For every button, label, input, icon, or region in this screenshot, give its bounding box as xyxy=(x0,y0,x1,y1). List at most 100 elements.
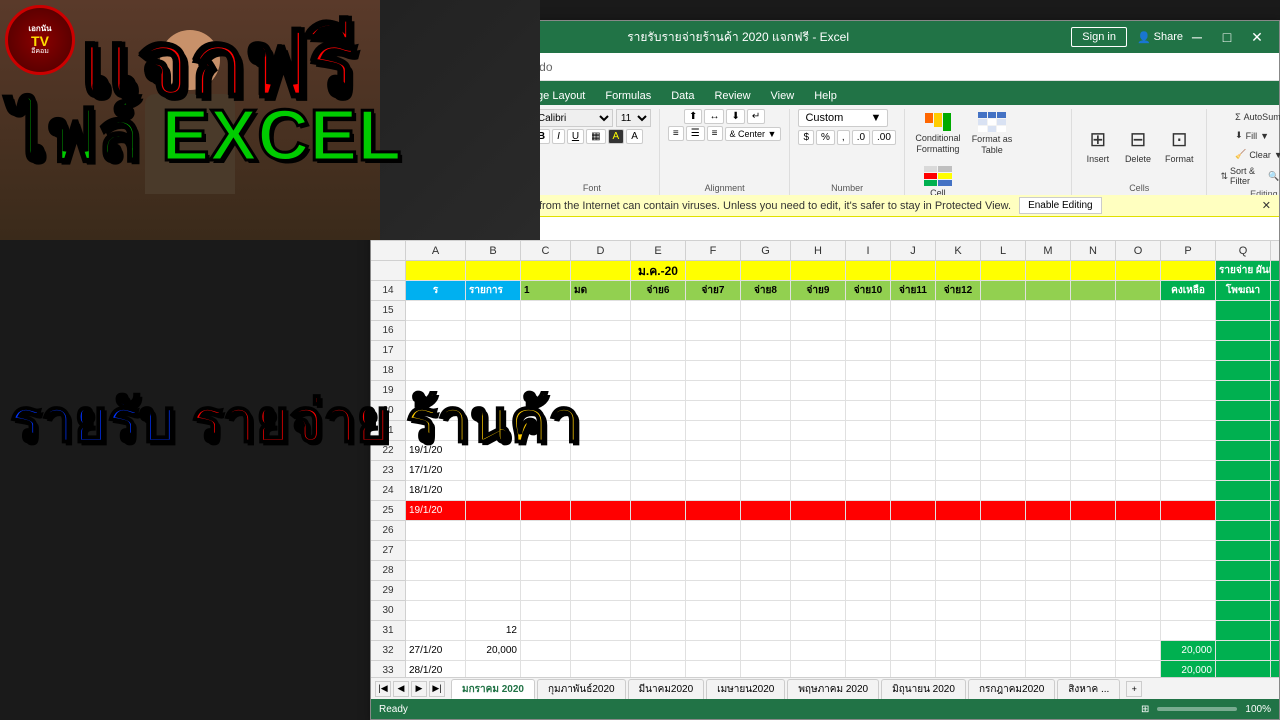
cell-a13[interactable] xyxy=(406,261,466,280)
italic-button[interactable]: I xyxy=(552,129,565,144)
cell-g14[interactable]: จ่าย8 xyxy=(741,281,791,300)
row-num-27[interactable]: 27 xyxy=(371,541,405,561)
cell-p14[interactable]: คงเหลือ xyxy=(1161,281,1216,300)
col-header-p[interactable]: P xyxy=(1161,241,1216,260)
col-header-l[interactable]: L xyxy=(981,241,1026,260)
cell-q13[interactable]: รายจ่าย ผันแปร xyxy=(1216,261,1271,280)
formula-input[interactable] xyxy=(461,223,1276,235)
cell-e13[interactable]: ม.ค.-20 xyxy=(631,261,686,280)
col-header-b[interactable]: B xyxy=(466,241,521,260)
cell-a14[interactable]: ร xyxy=(406,281,466,300)
align-middle-button[interactable]: ↔ xyxy=(704,109,724,124)
tab-formulas[interactable]: Formulas xyxy=(595,87,661,105)
tab-data[interactable]: Data xyxy=(661,87,704,105)
cell-a15[interactable] xyxy=(406,301,466,320)
close-button[interactable]: ✕ xyxy=(1243,23,1271,51)
sheet-tab-june[interactable]: มิถุนายน 2020 xyxy=(881,679,966,699)
sheet-tab-april[interactable]: เมษายน2020 xyxy=(706,679,785,699)
row-num-21[interactable]: 21 xyxy=(371,421,405,441)
col-header-a[interactable]: A xyxy=(406,241,466,260)
format-as-table-button[interactable]: Format as Table xyxy=(967,109,1017,159)
col-header-r[interactable]: R xyxy=(1271,241,1279,260)
cell-o14[interactable] xyxy=(1116,281,1161,300)
sheet-nav-next[interactable]: ▶ xyxy=(411,681,427,697)
sheet-nav-prev[interactable]: ◀ xyxy=(393,681,409,697)
cell-h13[interactable] xyxy=(791,261,846,280)
clear-button[interactable]: 🧹 Clear ▼ xyxy=(1230,146,1280,163)
col-header-d[interactable]: D xyxy=(571,241,631,260)
cell-o13[interactable] xyxy=(1116,261,1161,280)
row-num-18[interactable]: 18 xyxy=(371,361,405,381)
insert-button[interactable]: ⊞ Insert xyxy=(1080,124,1116,168)
sheet-tab-march[interactable]: มีนาคม2020 xyxy=(628,679,705,699)
cell-l15[interactable] xyxy=(981,301,1026,320)
cell-n14[interactable] xyxy=(1071,281,1116,300)
tab-review[interactable]: Review xyxy=(704,87,760,105)
cell-c14[interactable]: 1 xyxy=(521,281,571,300)
row-num-29[interactable]: 29 xyxy=(371,581,405,601)
sheet-tab-january[interactable]: มกราคม 2020 xyxy=(451,679,535,699)
cell-l14[interactable] xyxy=(981,281,1026,300)
cell-k13[interactable] xyxy=(936,261,981,280)
sheet-nav-last[interactable]: ▶| xyxy=(429,681,445,697)
merge-center-button[interactable]: & Center ▼ xyxy=(725,127,782,141)
autosum-button[interactable]: Σ AutoSum ▼ xyxy=(1230,109,1280,125)
row-num-24[interactable]: 24 xyxy=(371,481,405,501)
cell-c15[interactable] xyxy=(521,301,571,320)
align-bottom-button[interactable]: ⬇ xyxy=(726,109,744,124)
sign-in-button[interactable]: Sign in xyxy=(1071,27,1127,47)
cell-d15[interactable] xyxy=(571,301,631,320)
format-button[interactable]: ⊡ Format xyxy=(1160,124,1199,168)
currency-button[interactable]: $ xyxy=(798,130,814,145)
cell-m13[interactable] xyxy=(1026,261,1071,280)
border-button[interactable]: ▦ xyxy=(586,129,605,144)
cell-r14[interactable] xyxy=(1271,281,1279,300)
cell-g13[interactable] xyxy=(741,261,791,280)
align-left-button[interactable]: ≡ xyxy=(668,126,684,141)
enable-editing-button[interactable]: Enable Editing xyxy=(1019,197,1102,214)
cell-m14[interactable] xyxy=(1026,281,1071,300)
row-num-16[interactable]: 16 xyxy=(371,321,405,341)
sheet-nav-first[interactable]: |◀ xyxy=(375,681,391,697)
sheet-tab-february[interactable]: กุมภาพันธ์2020 xyxy=(537,679,626,699)
cell-n15[interactable] xyxy=(1071,301,1116,320)
fill-button[interactable]: ⬇ Fill ▼ xyxy=(1230,127,1274,144)
delete-button[interactable]: ⊟ Delete xyxy=(1120,124,1156,168)
tab-view[interactable]: View xyxy=(761,87,805,105)
increase-decimal-button[interactable]: .00 xyxy=(872,130,896,145)
cell-n13[interactable] xyxy=(1071,261,1116,280)
cell-g15[interactable] xyxy=(741,301,791,320)
font-color-button[interactable]: A xyxy=(626,129,643,144)
cell-q15[interactable] xyxy=(1216,301,1271,320)
cell-i14[interactable]: จ่าย10 xyxy=(846,281,891,300)
fill-color-button[interactable]: A xyxy=(608,129,625,144)
cell-d14[interactable]: มด xyxy=(571,281,631,300)
sheet-tab-july[interactable]: กรกฎาคม2020 xyxy=(968,679,1055,699)
col-header-g[interactable]: G xyxy=(741,241,791,260)
add-sheet-button[interactable]: + xyxy=(1126,681,1142,697)
conditional-formatting-button[interactable]: Conditional Formatting xyxy=(913,110,963,158)
cell-d13[interactable] xyxy=(571,261,631,280)
cell-p13[interactable] xyxy=(1161,261,1216,280)
cell-r15[interactable] xyxy=(1271,301,1279,320)
row-num-19[interactable]: 19 xyxy=(371,381,405,401)
cell-f15[interactable] xyxy=(686,301,741,320)
cell-f13[interactable] xyxy=(686,261,741,280)
font-family-select[interactable]: Calibri xyxy=(533,109,613,127)
cell-p15[interactable] xyxy=(1161,301,1216,320)
cell-b15[interactable] xyxy=(466,301,521,320)
cell-l13[interactable] xyxy=(981,261,1026,280)
col-header-e[interactable]: E xyxy=(631,241,686,260)
col-header-h[interactable]: H xyxy=(791,241,846,260)
cell-h14[interactable]: จ่าย9 xyxy=(791,281,846,300)
col-header-q[interactable]: Q xyxy=(1216,241,1271,260)
cell-r13[interactable] xyxy=(1271,261,1279,280)
row-num-30[interactable]: 30 xyxy=(371,601,405,621)
row-num-14[interactable]: 14 xyxy=(371,281,405,301)
decrease-decimal-button[interactable]: .0 xyxy=(852,130,870,145)
cell-h15[interactable] xyxy=(791,301,846,320)
col-header-c[interactable]: C xyxy=(521,241,571,260)
cell-j15[interactable] xyxy=(891,301,936,320)
row-num-23[interactable]: 23 xyxy=(371,461,405,481)
percent-button[interactable]: % xyxy=(816,130,835,145)
